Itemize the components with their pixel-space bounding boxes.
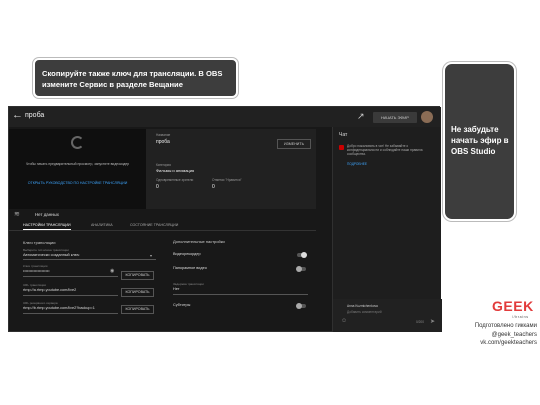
key-type-select[interactable]: Автоматически созданный ключ — [23, 253, 79, 257]
chat-title: Чат — [339, 132, 348, 138]
chat-username: Anna Kuzmichenkova — [347, 304, 378, 308]
dvr-label: Видеорекордер — [173, 252, 201, 256]
stream-title: проба — [25, 112, 45, 119]
backup-underline — [23, 313, 118, 314]
subtitles-toggle[interactable] — [296, 303, 306, 309]
tab-bar: НАСТРОЙКИ ТРАНСЛЯЦИИ АНАЛИТИКА СОСТОЯНИЕ… — [9, 221, 316, 231]
video-preview: Чтобы начать предварительный просмотр, з… — [9, 129, 146, 209]
send-icon[interactable]: ➤ — [430, 318, 435, 325]
preview-hint: Чтобы начать предварительный просмотр, з… — [25, 162, 130, 166]
tab-stream-health[interactable]: СОСТОЯНИЕ ТРАНСЛЯЦИИ — [130, 223, 178, 227]
url-underline — [23, 295, 118, 296]
likes-label: Отметки "Нравится" — [212, 178, 242, 182]
stream-info-panel: Название проба Категория Фильмы и анимац… — [146, 129, 316, 209]
callout-start-obs-text: Не забудьте начать эфир в OBS Studio — [451, 125, 509, 156]
extra-settings-heading: Дополнительные настройки — [173, 239, 225, 244]
subtitles-label: Субтитры — [173, 303, 191, 307]
avatar[interactable] — [421, 111, 433, 123]
delay-select[interactable]: Нет — [173, 287, 179, 291]
emoji-icon[interactable]: ☺ — [341, 318, 347, 324]
slide: ← проба ↗ НАЧАТЬ ЭФИР Чтобы начать предв… — [0, 0, 540, 405]
viewers-label: Одновременные зрители — [156, 178, 194, 182]
signal-icon: ≋ — [14, 211, 20, 218]
chat-input-area: Anna Kuzmichenkova Добавить комментарий … — [333, 299, 442, 332]
backup-url-label: URL резервного сервера — [23, 301, 58, 305]
key-label: Ключ трансляции — [23, 264, 48, 268]
dvr-toggle[interactable] — [297, 252, 307, 258]
credit-line-2: @geek_teachers — [491, 331, 537, 338]
category-label: Категория — [156, 163, 171, 167]
youtube-icon — [339, 145, 344, 150]
key-type-label: Выберите тип ключа трансляции — [23, 248, 69, 252]
likes-value: 0 — [212, 184, 215, 190]
stream-key-heading: Ключ трансляции — [23, 240, 56, 245]
go-live-button[interactable]: НАЧАТЬ ЭФИР — [373, 112, 417, 123]
chat-input[interactable]: Добавить комментарий — [347, 310, 382, 314]
top-bar: ← проба ↗ НАЧАТЬ ЭФИР — [9, 107, 441, 127]
credits: Подготовлено гикками @geek_teachers vk.c… — [455, 322, 537, 348]
delay-underline — [173, 294, 308, 295]
callout-copy-key: Скопируйте также ключ для трансляции. В … — [33, 58, 238, 98]
backup-url-field[interactable]: rtmp://b.rtmp.youtube.com/live2?backup=1 — [23, 306, 95, 310]
url-label: URL трансляции — [23, 283, 47, 287]
key-underline — [23, 276, 118, 277]
loading-spinner-icon — [71, 136, 84, 149]
select-underline — [23, 259, 156, 260]
delay-label: Задержка трансляции — [173, 282, 204, 286]
panorama-label: Панорамное видео — [173, 266, 207, 270]
logo-subtitle: //brains — [512, 315, 529, 319]
copy-key-button[interactable]: КОПИРОВАТЬ — [121, 271, 154, 280]
copy-url-button[interactable]: КОПИРОВАТЬ — [121, 288, 154, 297]
chat-welcome-message: Добро пожаловать в чат! Не забывайте о к… — [347, 144, 423, 157]
learn-more-link[interactable]: ПОДРОБНЕЕ — [347, 162, 367, 166]
youtube-studio-screenshot: ← проба ↗ НАЧАТЬ ЭФИР Чтобы начать предв… — [8, 106, 442, 332]
chevron-down-icon[interactable]: ▾ — [150, 253, 152, 258]
key-field[interactable]: •••••••••••••••••••• — [23, 269, 50, 273]
back-arrow-icon[interactable]: ← — [12, 109, 23, 121]
panorama-toggle[interactable] — [296, 266, 306, 272]
callout-copy-key-text: Скопируйте также ключ для трансляции. В … — [42, 69, 223, 89]
edit-button[interactable]: ИЗМЕНИТЬ — [277, 139, 311, 149]
stream-health: ≋ Нет данных — [9, 209, 316, 221]
url-field[interactable]: rtmp://a.rtmp.youtube.com/live2 — [23, 288, 76, 292]
char-counter: 0/200 — [416, 320, 424, 324]
copy-backup-button[interactable]: КОПИРОВАТЬ — [121, 305, 154, 314]
title-label: Название — [156, 133, 171, 137]
credit-line-3: vk.com/geekteachers — [480, 340, 537, 347]
tab-analytics[interactable]: АНАЛИТИКА — [91, 223, 113, 227]
no-data-text: Нет данных — [35, 212, 59, 217]
geek-logo: GEEK — [492, 298, 534, 314]
viewers-value: 0 — [156, 184, 159, 190]
setup-guide-link[interactable]: ОТКРЫТЬ РУКОВОДСТВО ПО НАСТРОЙКЕ ТРАНСЛЯ… — [12, 181, 143, 185]
eye-icon[interactable]: ◉ — [110, 268, 114, 274]
credit-line-1: Подготовлено гикками — [474, 323, 537, 329]
category-value: Фильмы и анимация — [156, 168, 195, 173]
callout-start-obs: Не забудьте начать эфир в OBS Studio — [443, 62, 516, 221]
chat-panel: Чат Добро пожаловать в чат! Не забывайте… — [332, 127, 442, 332]
title-value: проба — [156, 139, 170, 145]
tab-stream-settings[interactable]: НАСТРОЙКИ ТРАНСЛЯЦИИ — [23, 223, 71, 230]
share-icon[interactable]: ↗ — [357, 111, 365, 122]
